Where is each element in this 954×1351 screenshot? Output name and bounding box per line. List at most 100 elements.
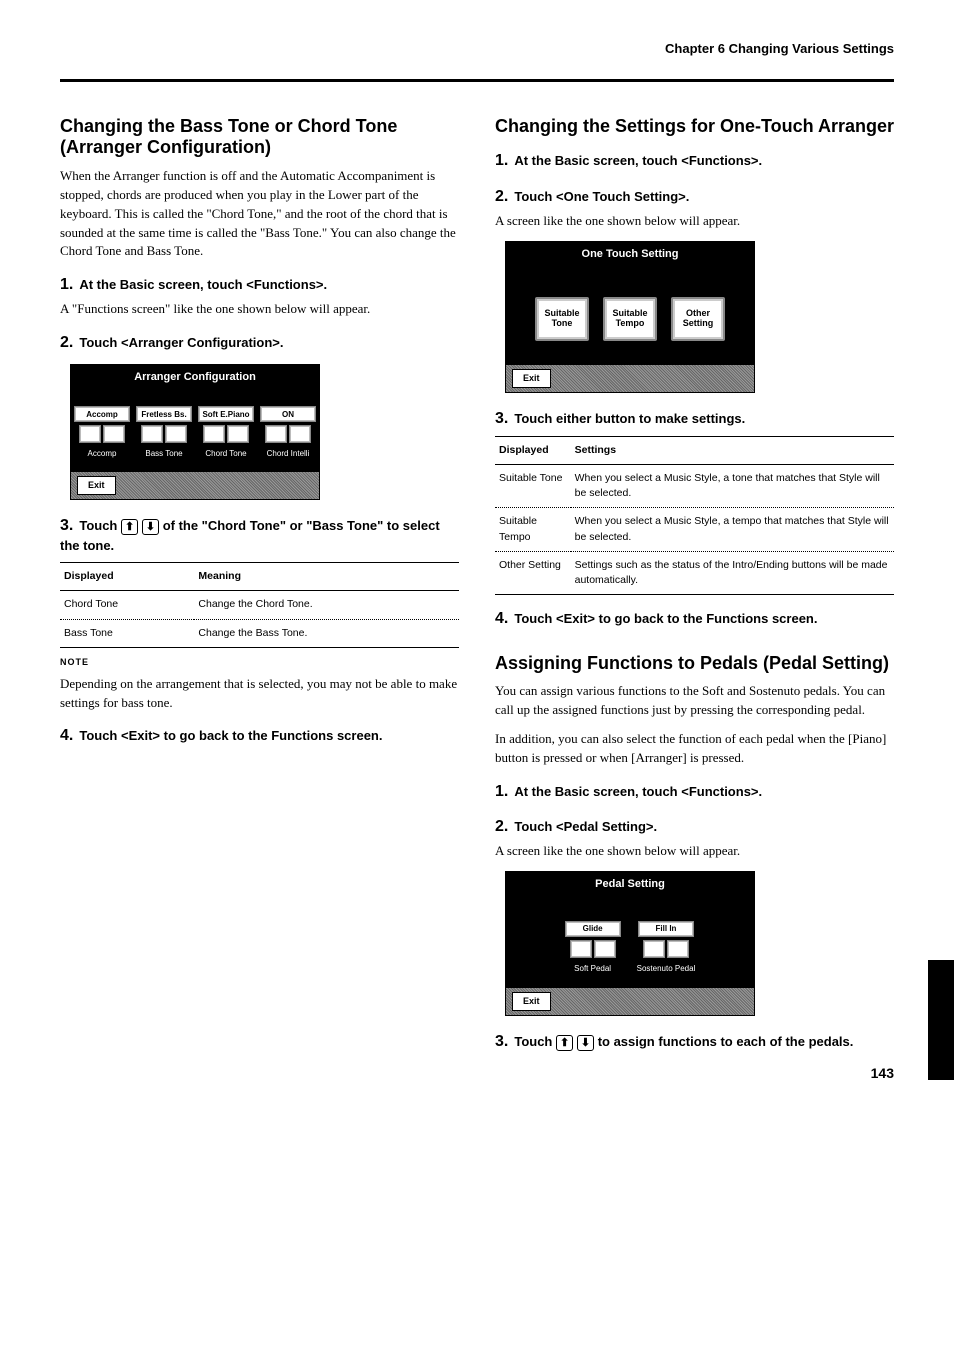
- chapter-header: Chapter 6 Changing Various Settings: [60, 40, 894, 59]
- lcd-label-bass-tone: Bass Tone: [145, 448, 182, 460]
- down-arrow-icon[interactable]: ▼: [265, 425, 287, 443]
- table-cell: When you select a Music Style, a tempo t…: [571, 508, 894, 551]
- table-cell: Suitable Tone: [495, 465, 571, 508]
- table-cell: Chord Tone: [60, 591, 194, 619]
- step-2-right-body: A screen like the one shown below will a…: [495, 212, 894, 231]
- lcd-label-accomp: Accomp: [88, 448, 117, 460]
- exit-button[interactable]: Exit: [512, 369, 551, 388]
- btn-line2: Tone: [552, 319, 573, 329]
- up-arrow-icon[interactable]: ▲: [289, 425, 311, 443]
- down-arrow-icon[interactable]: ▼: [141, 425, 163, 443]
- step-3-left: 3.Touch ⬆ ⬇ of the "Chord Tone" or "Bass…: [60, 514, 459, 556]
- step-1-left-body: A "Functions screen" like the one shown …: [60, 300, 459, 319]
- step-2-pedal-body: A screen like the one shown below will a…: [495, 842, 894, 861]
- up-arrow-icon: ⬆: [121, 519, 138, 535]
- step-2-left-text: Touch <Arranger Configuration>.: [79, 335, 283, 350]
- content-columns: Changing the Bass Tone or Chord Tone (Ar…: [60, 106, 894, 1058]
- step-2-pedal-text: Touch <Pedal Setting>.: [514, 819, 657, 834]
- lcd-col-chord-tone: Soft E.Piano ▼ ▲ Chord Tone: [198, 406, 254, 460]
- lcd-label-chord-tone: Chord Tone: [205, 448, 246, 460]
- exit-button[interactable]: Exit: [77, 476, 116, 495]
- step-2-pedal: 2.Touch <Pedal Setting>.: [495, 815, 894, 838]
- note-body-left: Depending on the arrangement that is sel…: [60, 675, 459, 713]
- step-2-right: 2.Touch <One Touch Setting>.: [495, 185, 894, 208]
- section-title-arranger-config: Changing the Bass Tone or Chord Tone (Ar…: [60, 116, 459, 159]
- table-cell: Settings such as the status of the Intro…: [571, 551, 894, 594]
- step-1-pedal: 1.At the Basic screen, touch <Functions>…: [495, 780, 894, 803]
- down-arrow-icon: ⬇: [142, 519, 159, 535]
- step-1-left-text: At the Basic screen, touch <Functions>.: [79, 277, 327, 292]
- pedal-body-2: In addition, you can also select the fun…: [495, 730, 894, 768]
- section-title-pedal: Assigning Functions to Pedals (Pedal Set…: [495, 653, 894, 675]
- lcd-col-bass-tone: Fretless Bs. ▼ ▲ Bass Tone: [136, 406, 192, 460]
- step-1-right: 1.At the Basic screen, touch <Functions>…: [495, 149, 894, 172]
- up-arrow-icon[interactable]: ▲: [227, 425, 249, 443]
- btn-line2: Tempo: [616, 319, 645, 329]
- pedal-body-1: You can assign various functions to the …: [495, 682, 894, 720]
- step-3-pedal: 3.Touch ⬆ ⬇ to assign functions to each …: [495, 1030, 894, 1053]
- table-header-settings: Settings: [571, 436, 894, 464]
- step-4-left: 4.Touch <Exit> to go back to the Functio…: [60, 724, 459, 747]
- up-arrow-icon[interactable]: ▲: [667, 940, 689, 958]
- lcd-val-bass-tone[interactable]: Fretless Bs.: [136, 406, 192, 422]
- step-3-pedal-text-b: to assign functions to each of the pedal…: [598, 1034, 854, 1049]
- lcd-one-touch-title: One Touch Setting: [506, 242, 754, 273]
- up-arrow-icon[interactable]: ▲: [594, 940, 616, 958]
- left-column: Changing the Bass Tone or Chord Tone (Ar…: [60, 106, 459, 1058]
- lcd-val-sostenuto-pedal[interactable]: Fill In: [638, 921, 694, 937]
- step-4-right-text: Touch <Exit> to go back to the Functions…: [514, 611, 817, 626]
- lcd-pedal-body: Glide ▼ ▲ Soft Pedal Fill In ▼ ▲ Sostenu…: [506, 903, 754, 989]
- exit-button[interactable]: Exit: [512, 992, 551, 1011]
- header-rule: [60, 79, 894, 82]
- lcd-one-touch-bottom: Exit: [506, 365, 754, 392]
- step-1-left: 1.At the Basic screen, touch <Functions>…: [60, 273, 459, 296]
- lcd-val-chord-tone[interactable]: Soft E.Piano: [198, 406, 254, 422]
- table-header-meaning: Meaning: [194, 563, 459, 591]
- suitable-tempo-button[interactable]: Suitable Tempo: [603, 297, 657, 341]
- lcd-val-soft-pedal[interactable]: Glide: [565, 921, 621, 937]
- lcd-label-sostenuto-pedal: Sostenuto Pedal: [637, 963, 696, 975]
- lcd-one-touch: One Touch Setting Suitable Tone Suitable…: [505, 241, 755, 393]
- lcd-col-soft-pedal: Glide ▼ ▲ Soft Pedal: [565, 921, 621, 975]
- down-arrow-icon[interactable]: ▼: [570, 940, 592, 958]
- one-touch-table: DisplayedSettings Suitable ToneWhen you …: [495, 436, 894, 596]
- table-cell: Suitable Tempo: [495, 508, 571, 551]
- step-1-pedal-text: At the Basic screen, touch <Functions>.: [514, 784, 762, 799]
- up-arrow-icon[interactable]: ▲: [103, 425, 125, 443]
- lcd-arranger-config: Arranger Configuration Accomp ▼ ▲ Accomp…: [70, 364, 320, 500]
- step-2-left: 2.Touch <Arranger Configuration>.: [60, 331, 459, 354]
- lcd-label-soft-pedal: Soft Pedal: [574, 963, 611, 975]
- up-arrow-icon[interactable]: ▲: [165, 425, 187, 443]
- lcd-pedal-setting: Pedal Setting Glide ▼ ▲ Soft Pedal Fill …: [505, 871, 755, 1017]
- lcd-label-chord-intelli: Chord Intelli: [267, 448, 310, 460]
- arranger-config-intro: When the Arranger function is off and th…: [60, 167, 459, 261]
- table-cell: Change the Chord Tone.: [194, 591, 459, 619]
- down-arrow-icon[interactable]: ▼: [643, 940, 665, 958]
- btn-line2: Setting: [683, 319, 714, 329]
- lcd-col-sostenuto-pedal: Fill In ▼ ▲ Sostenuto Pedal: [637, 921, 696, 975]
- page-number: 143: [871, 1063, 894, 1083]
- down-arrow-icon: ⬇: [577, 1035, 594, 1051]
- step-3-left-text-a: Touch: [79, 518, 117, 533]
- lcd-col-chord-intelli: ON ▼ ▲ Chord Intelli: [260, 406, 316, 460]
- down-arrow-icon[interactable]: ▼: [203, 425, 225, 443]
- lcd-one-touch-body: Suitable Tone Suitable Tempo Other Setti…: [506, 273, 754, 365]
- step-4-left-text: Touch <Exit> to go back to the Functions…: [79, 728, 382, 743]
- step-3-pedal-text-a: Touch: [514, 1034, 552, 1049]
- lcd-val-accomp[interactable]: Accomp: [74, 406, 130, 422]
- lcd-val-chord-intelli[interactable]: ON: [260, 406, 316, 422]
- right-column: Changing the Settings for One-Touch Arra…: [495, 106, 894, 1058]
- step-2-right-text: Touch <One Touch Setting>.: [514, 189, 689, 204]
- up-arrow-icon: ⬆: [556, 1035, 573, 1051]
- table-cell: When you select a Music Style, a tone th…: [571, 465, 894, 508]
- step-1-right-text: At the Basic screen, touch <Functions>.: [514, 153, 762, 168]
- chord-bass-table: DisplayedMeaning Chord ToneChange the Ch…: [60, 562, 459, 648]
- step-4-right: 4.Touch <Exit> to go back to the Functio…: [495, 607, 894, 630]
- lcd-pedal-bottom: Exit: [506, 988, 754, 1015]
- other-setting-button[interactable]: Other Setting: [671, 297, 725, 341]
- suitable-tone-button[interactable]: Suitable Tone: [535, 297, 589, 341]
- down-arrow-icon[interactable]: ▼: [79, 425, 101, 443]
- step-3-left-text-b: of the "Chord Tone" or "Bass Tone" to se…: [60, 518, 440, 553]
- step-3-right-text: Touch either button to make settings.: [514, 411, 745, 426]
- lcd-col-accomp: Accomp ▼ ▲ Accomp: [74, 406, 130, 460]
